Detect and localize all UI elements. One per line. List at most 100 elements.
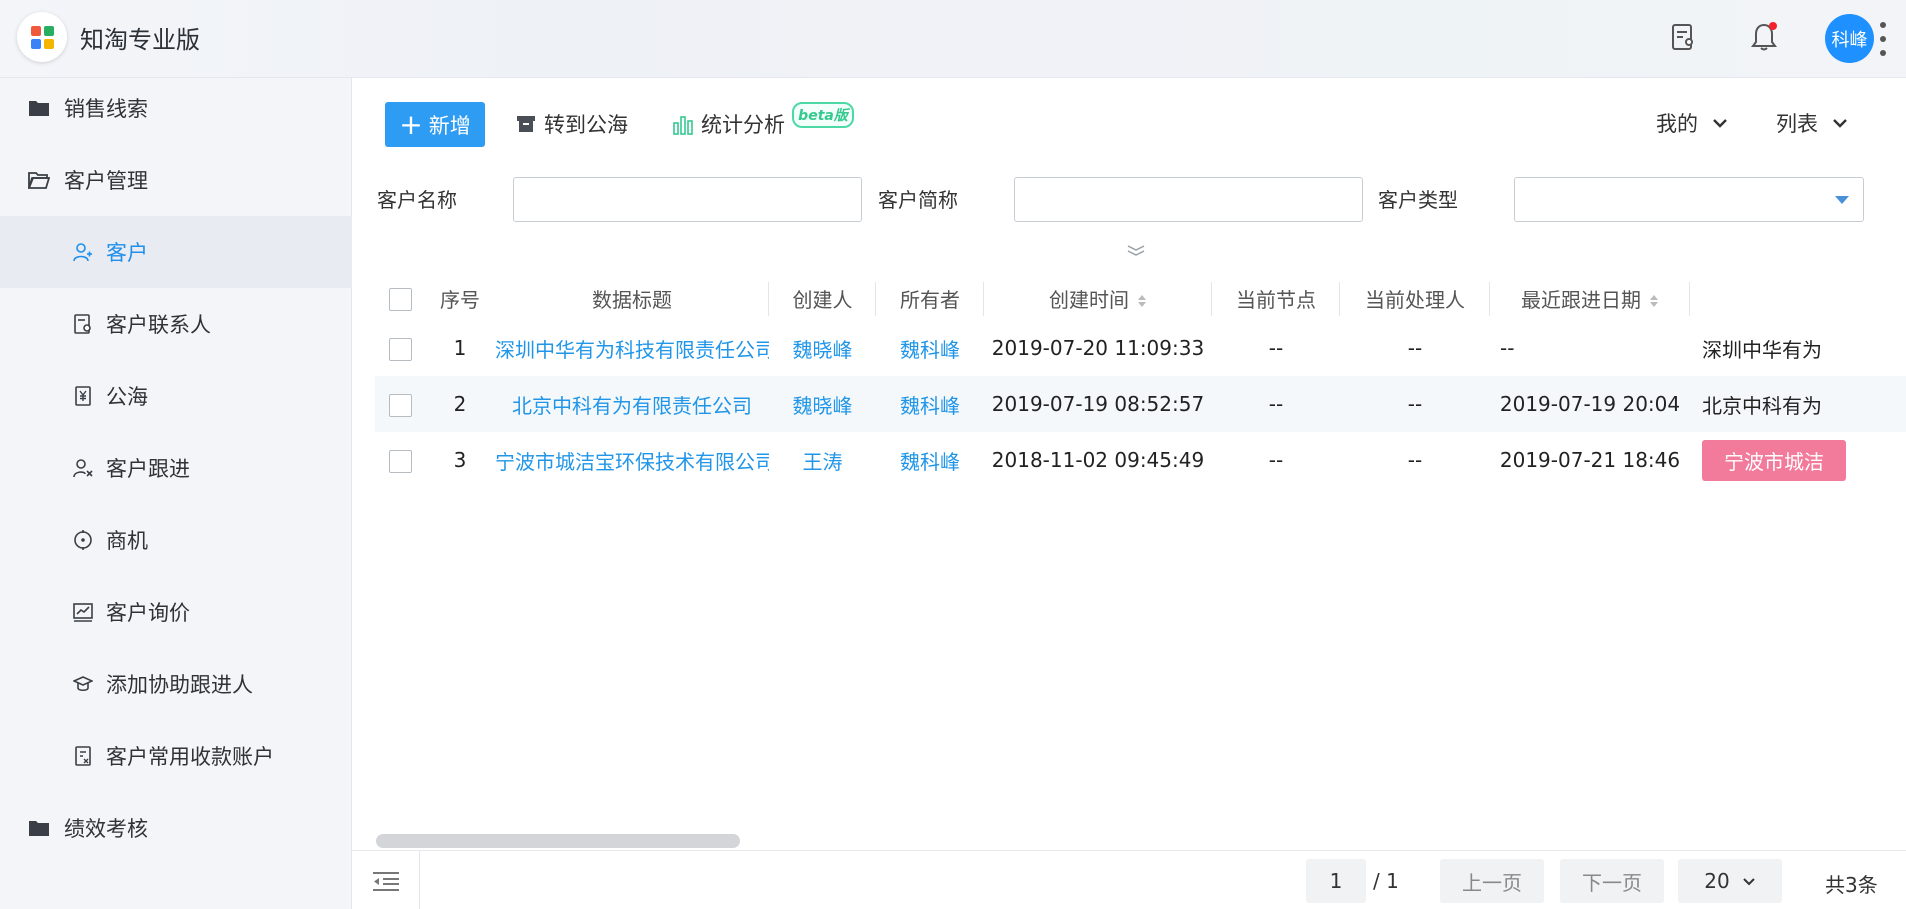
contact-card-icon <box>72 313 94 335</box>
archive-icon <box>516 115 536 133</box>
row-owner-link[interactable]: 魏科峰 <box>876 320 984 376</box>
row-creator-link[interactable]: 魏晓峰 <box>769 376 876 432</box>
more-vertical-icon[interactable] <box>1876 22 1890 56</box>
sidebar-item-public-pool[interactable]: 公海 <box>0 360 352 432</box>
app-grid-icon <box>30 25 54 49</box>
sidebar-item-customer-management[interactable]: 客户管理 <box>0 144 352 216</box>
folder-icon <box>28 97 50 119</box>
row-customer: 北京中科有为 <box>1690 376 1906 432</box>
table-row[interactable]: 3 宁波市城洁宝环保技术有限公司 王涛 魏科峰 2018-11-02 09:45… <box>375 432 1906 488</box>
chevron-down-icon <box>1832 118 1848 128</box>
sidebar-item-customer-contacts[interactable]: 客户联系人 <box>0 288 352 360</box>
graduation-cap-icon <box>72 673 94 695</box>
to-public-pool-button[interactable]: 转到公海 <box>516 108 628 140</box>
caret-down-icon <box>1835 196 1849 204</box>
add-button[interactable]: + 新增 <box>385 102 485 147</box>
row-last-follow: 2019-07-21 18:46 <box>1499 448 1681 472</box>
account-doc-icon <box>72 745 94 767</box>
row-node: -- <box>1268 336 1284 360</box>
sidebar-item-customer-follow-up[interactable]: 客户跟进 <box>0 432 352 504</box>
row-checkbox[interactable] <box>388 393 412 417</box>
customer-short-name-input[interactable] <box>1014 177 1363 222</box>
table-row[interactable]: 1 深圳中华有为科技有限责任公司 魏晓峰 魏科峰 2019-07-20 11:0… <box>375 320 1906 376</box>
table-header-row: 序号 数据标题 创建人 所有者 创建时间 当前节点 当前处理人 最近跟进日期 客 <box>375 276 1906 320</box>
app-title: 知淘专业版 <box>80 26 200 54</box>
view-mode-dropdown[interactable]: 列表 <box>1776 108 1848 138</box>
next-page-button[interactable]: 下一页 <box>1560 859 1664 903</box>
document-user-icon[interactable] <box>1667 20 1701 54</box>
row-checkbox[interactable] <box>388 337 412 361</box>
sidebar-item-sales-leads[interactable]: 销售线索 <box>0 72 352 144</box>
customer-name-input[interactable] <box>513 177 862 222</box>
row-title-link[interactable]: 北京中科有为有限责任公司 <box>495 376 769 432</box>
total-count: 共3条 <box>1825 873 1878 897</box>
table-row[interactable]: 2 北京中科有为有限责任公司 魏晓峰 魏科峰 2019-07-19 08:52:… <box>375 376 1906 432</box>
column-header-owner: 所有者 <box>876 276 984 320</box>
row-customer-tag: 宁波市城洁 <box>1702 439 1846 481</box>
notification-dot <box>1769 22 1777 30</box>
sidebar-item-customer[interactable]: 客户 <box>0 216 352 288</box>
owner-filter-dropdown[interactable]: 我的 <box>1656 108 1728 138</box>
user-x-icon <box>72 457 94 479</box>
yen-doc-icon <box>72 385 94 407</box>
sidebar-item-label: 客户常用收款账户 <box>106 745 274 769</box>
sidebar-item-add-assistant[interactable]: 添加协助跟进人 <box>0 648 352 720</box>
sidebar-item-label: 公海 <box>106 385 148 409</box>
sort-icon[interactable] <box>1137 293 1147 309</box>
sidebar-item-performance[interactable]: 绩效考核 <box>0 792 352 864</box>
chevron-down-icon <box>1742 877 1756 886</box>
row-owner-link[interactable]: 魏科峰 <box>876 432 984 488</box>
sort-icon[interactable] <box>1649 293 1659 309</box>
row-checkbox[interactable] <box>388 449 412 473</box>
horizontal-scrollbar[interactable] <box>376 834 740 848</box>
row-created: 2019-07-20 11:09:33 <box>991 336 1205 360</box>
row-node: -- <box>1212 376 1340 432</box>
sidebar: 销售线索 客户管理 客户 客户联系人 公海 客户跟进 商机 客户询价 添加协助跟… <box>0 78 352 909</box>
row-creator-link[interactable]: 王涛 <box>769 432 876 488</box>
sidebar-item-customer-inquiry[interactable]: 客户询价 <box>0 576 352 648</box>
column-header-last-follow[interactable]: 最近跟进日期 <box>1490 276 1690 320</box>
column-header-title: 数据标题 <box>495 276 769 320</box>
row-node: -- <box>1268 448 1284 472</box>
current-page-input[interactable]: 1 <box>1306 859 1366 903</box>
prev-page-button[interactable]: 上一页 <box>1440 859 1544 903</box>
app-logo[interactable] <box>17 12 67 62</box>
expand-filters-icon[interactable] <box>1124 240 1148 256</box>
select-all-checkbox[interactable] <box>388 287 412 311</box>
sidebar-item-payment-accounts[interactable]: 客户常用收款账户 <box>0 720 352 792</box>
sidebar-item-label: 销售线索 <box>64 97 148 121</box>
chevron-down-icon <box>1712 118 1728 128</box>
customer-table-area: 序号 数据标题 创建人 所有者 创建时间 当前节点 当前处理人 最近跟进日期 客… <box>375 276 1906 831</box>
row-title-link[interactable]: 宁波市城洁宝环保技术有限公司 <box>495 432 769 488</box>
folder-open-icon <box>28 169 50 191</box>
sidebar-item-label: 绩效考核 <box>64 817 148 841</box>
plus-icon: + <box>399 107 423 141</box>
sidebar-item-label: 客户 <box>106 241 148 265</box>
chart-line-icon <box>72 601 94 623</box>
sidebar-item-label: 客户询价 <box>106 601 190 625</box>
total-pages: / 1 <box>1373 869 1399 893</box>
row-no: 1 <box>453 336 467 360</box>
row-last-follow: -- <box>1500 336 1515 360</box>
stats-analysis-button[interactable]: 统计分析 <box>673 108 785 140</box>
row-customer: 深圳中华有为 <box>1702 337 1822 362</box>
sidebar-item-opportunity[interactable]: 商机 <box>0 504 352 576</box>
user-add-icon <box>72 241 94 263</box>
bell-icon[interactable] <box>1747 20 1781 54</box>
customer-type-select[interactable] <box>1514 177 1864 222</box>
user-avatar[interactable]: 科峰 <box>1825 14 1874 63</box>
add-button-label: 新增 <box>428 113 471 138</box>
column-header-created[interactable]: 创建时间 <box>984 276 1212 320</box>
folder-icon <box>28 817 50 839</box>
target-icon <box>72 529 94 551</box>
customer-table: 序号 数据标题 创建人 所有者 创建时间 当前节点 当前处理人 最近跟进日期 客… <box>375 276 1906 488</box>
row-creator-link[interactable]: 魏晓峰 <box>769 320 876 376</box>
row-owner-link[interactable]: 魏科峰 <box>876 376 984 432</box>
page-size-select[interactable]: 20 <box>1678 859 1782 903</box>
row-title-link[interactable]: 深圳中华有为科技有限责任公司 <box>495 320 769 376</box>
collapse-sidebar-icon[interactable] <box>352 851 420 909</box>
bar-chart-icon <box>673 113 693 135</box>
row-handler: -- <box>1407 448 1423 472</box>
top-header: 知淘专业版 科峰 <box>0 0 1906 78</box>
column-header-creator: 创建人 <box>769 276 876 320</box>
